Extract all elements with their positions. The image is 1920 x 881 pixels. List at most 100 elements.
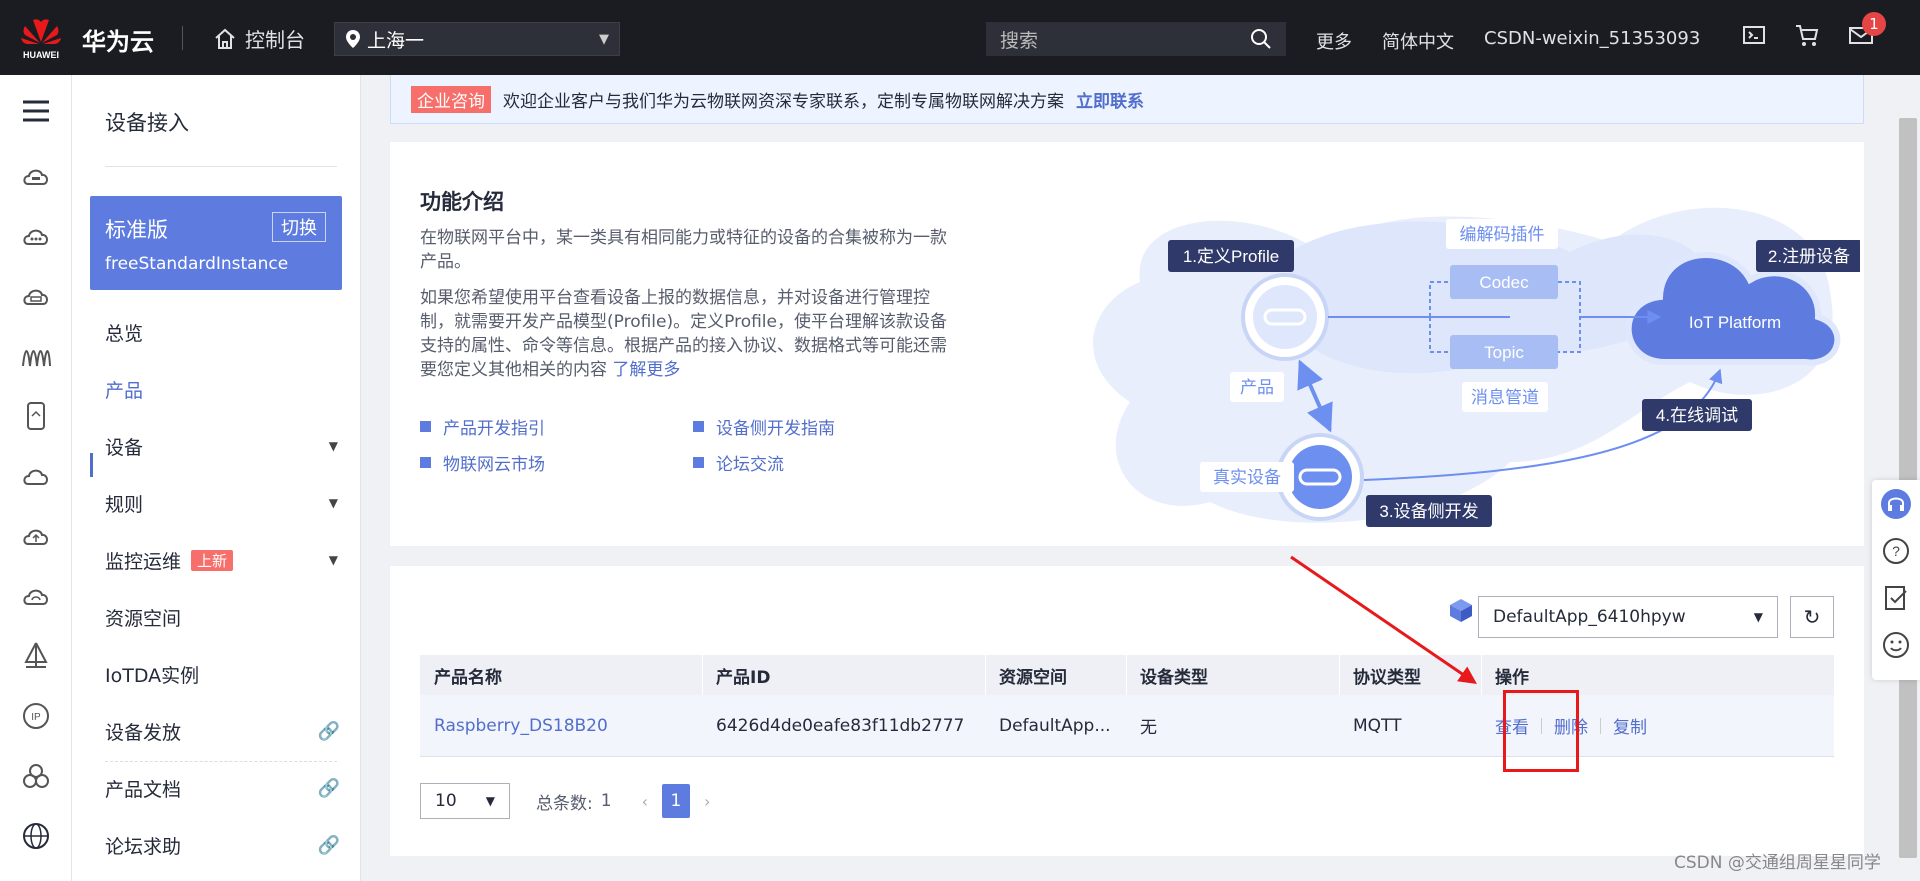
cloud-outline-icon[interactable] xyxy=(20,460,52,492)
switch-edition-button[interactable]: 切换 xyxy=(272,212,326,242)
cloud-storage-icon[interactable] xyxy=(20,280,52,312)
app-select[interactable]: DefaultApp_6410hpyw ▼ xyxy=(1478,596,1778,638)
refresh-button[interactable]: ↻ xyxy=(1790,596,1834,638)
nav-item-device[interactable]: 设备 ▼ xyxy=(105,431,340,461)
device-dev-guide-link[interactable]: 设备侧开发指南 xyxy=(693,414,835,439)
col-product-id: 产品ID xyxy=(716,667,771,688)
user-account[interactable]: CSDN-weixin_51353093 xyxy=(1484,28,1700,49)
phone-icon[interactable] xyxy=(20,400,52,432)
bullet-icon xyxy=(693,457,704,468)
learn-more-link[interactable]: 了解更多 xyxy=(612,360,680,380)
product-label: 产品 xyxy=(1240,378,1274,397)
cloud-device-icon[interactable] xyxy=(20,160,52,192)
col-product-name: 产品名称 xyxy=(434,667,502,688)
resource-space: DefaultApp... xyxy=(999,715,1111,736)
service-icon-rail: IP xyxy=(0,75,72,881)
product-dev-guide-link[interactable]: 产品开发指引 xyxy=(420,414,545,439)
search-icon[interactable] xyxy=(1250,28,1272,50)
mail-badge: 1 xyxy=(1862,12,1886,36)
sail-icon[interactable] xyxy=(20,640,52,672)
total-count: 1 xyxy=(600,791,612,811)
cube-icon xyxy=(1450,599,1472,622)
cloud-chat-icon[interactable] xyxy=(20,220,52,252)
language-link[interactable]: 简体中文 xyxy=(1382,28,1454,54)
page-size-select[interactable]: 10 ▼ xyxy=(420,783,510,819)
contact-now-link[interactable]: 立即联系 xyxy=(1076,87,1144,112)
highlight-box xyxy=(1503,690,1579,772)
message-pipe-label: 消息管道 xyxy=(1471,388,1539,407)
help-icon[interactable]: ? xyxy=(1880,535,1912,567)
nav-item-iotda-instance[interactable]: IoTDA实例 xyxy=(105,659,340,689)
svg-text:?: ? xyxy=(1892,543,1900,559)
floating-help-bar: ? xyxy=(1872,480,1920,680)
page-number[interactable]: 1 xyxy=(661,784,690,818)
intro-paragraph-1: 在物联网平台中，某一类具有相同能力或特征的设备的合集被称为一款产品。 xyxy=(420,228,947,272)
external-link-icon: 🔗 xyxy=(317,720,340,742)
link-label: 设备侧开发指南 xyxy=(716,419,835,439)
chevron-down-icon: ▼ xyxy=(328,439,338,453)
column-separator xyxy=(1126,655,1127,695)
product-id: 6426d4de0eafe83f11db2777 xyxy=(716,715,965,736)
nav-item-rules[interactable]: 规则 ▼ xyxy=(105,488,340,518)
step2-label: 2.注册设备 xyxy=(1768,247,1850,266)
bullet-icon xyxy=(420,421,431,432)
device-type: 无 xyxy=(1140,718,1157,738)
watermark: CSDN @交通组周星星同学 xyxy=(1674,853,1881,873)
product-node xyxy=(1241,273,1329,361)
prev-page-icon[interactable]: ‹ xyxy=(642,792,648,811)
column-separator xyxy=(1339,655,1340,695)
nav-item-monitoring[interactable]: 监控运维 上新 ▼ xyxy=(105,545,340,575)
total-label: 总条数: xyxy=(536,793,593,814)
bullet-icon xyxy=(420,457,431,468)
link-label: 物联网云市场 xyxy=(443,455,545,475)
huawei-logo[interactable]: HUAWEI xyxy=(16,14,66,62)
codec-label: Codec xyxy=(1479,273,1529,292)
console-link[interactable]: 控制台 xyxy=(213,24,305,53)
more-link[interactable]: 更多 xyxy=(1316,28,1352,54)
external-link-icon: 🔗 xyxy=(317,777,340,799)
nav-item-forum[interactable]: 论坛求助 🔗 xyxy=(105,830,340,860)
network-wave-icon[interactable] xyxy=(20,340,52,372)
nav-item-overview[interactable]: 总览 xyxy=(105,317,340,347)
ip-icon[interactable]: IP xyxy=(20,700,52,732)
cluster-icon[interactable] xyxy=(20,760,52,792)
nav-item-resource-space[interactable]: 资源空间 xyxy=(105,602,340,632)
nav-item-docs[interactable]: 产品文档 🔗 xyxy=(105,773,340,803)
location-pin-icon xyxy=(346,30,360,48)
iot-marketplace-link[interactable]: 物联网云市场 xyxy=(420,450,545,475)
terminal-icon[interactable] xyxy=(1741,22,1771,52)
search-input[interactable]: 搜索 xyxy=(986,22,1286,56)
home-icon xyxy=(215,28,235,49)
cloud-sync-icon[interactable] xyxy=(20,580,52,612)
brand-name[interactable]: 华为云 xyxy=(82,22,154,57)
copy-button[interactable]: 复制 xyxy=(1613,713,1647,738)
step1-label: 1.定义Profile xyxy=(1183,247,1279,266)
nav-item-label: 设备 xyxy=(105,436,144,459)
menu-icon[interactable] xyxy=(20,95,52,127)
forum-link[interactable]: 论坛交流 xyxy=(693,450,784,475)
next-page-icon[interactable]: › xyxy=(704,792,710,811)
nav-item-label: 产品文档 xyxy=(105,778,182,801)
headset-icon[interactable] xyxy=(1880,488,1912,520)
app-select-value: DefaultApp_6410hpyw xyxy=(1493,607,1686,627)
global-icon[interactable] xyxy=(20,820,52,852)
topic-label: Topic xyxy=(1484,343,1524,362)
product-name-link[interactable]: Raspberry_DS18B20 xyxy=(434,695,608,756)
nav-item-label: 规则 xyxy=(105,493,144,516)
nav-item-product[interactable]: 产品 xyxy=(105,374,340,404)
notice-text: 欢迎企业客户与我们华为云物联网资深专家联系，定制专属物联网解决方案 xyxy=(503,91,1064,112)
divider xyxy=(182,26,183,50)
main-content: 企业咨询 欢迎企业客户与我们华为云物联网资深专家联系，定制专属物联网解决方案 立… xyxy=(361,75,1920,881)
nav-item-provisioning[interactable]: 设备发放 🔗 xyxy=(105,716,340,746)
console-label: 控制台 xyxy=(245,28,305,52)
cart-icon[interactable] xyxy=(1794,22,1824,52)
nav-item-label: 资源空间 xyxy=(105,607,182,630)
pagination: 10 ▼ 总条数: 1 ‹ 1 › xyxy=(420,783,710,819)
table-header: 产品名称 产品ID 资源空间 设备类型 协议类型 操作 xyxy=(420,655,1834,695)
region-select[interactable]: 上海一 ▼ xyxy=(334,22,620,56)
col-protocol: 协议类型 xyxy=(1353,667,1421,688)
smile-icon[interactable] xyxy=(1880,629,1912,661)
feedback-icon[interactable] xyxy=(1880,582,1912,614)
instance-name: freeStandardInstance xyxy=(105,254,289,274)
cloud-upload-icon[interactable] xyxy=(20,520,52,552)
